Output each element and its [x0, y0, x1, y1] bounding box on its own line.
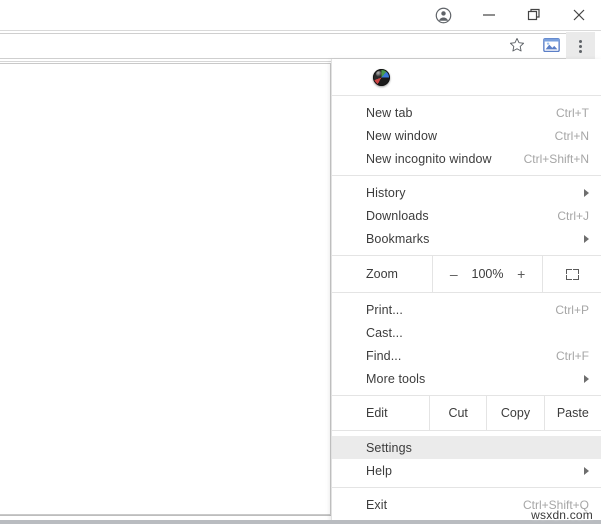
three-dot-menu-icon-dot2 [579, 44, 582, 48]
paste-button[interactable]: Paste [543, 396, 601, 430]
extension-button[interactable] [539, 35, 563, 59]
star-icon [509, 37, 525, 58]
page-bottom-edge [0, 515, 331, 516]
cut-button[interactable]: Cut [429, 396, 486, 430]
chevron-right-icon [584, 234, 589, 243]
menu-avatar-row[interactable] [332, 59, 601, 95]
menu-item-downloads[interactable]: Downloads Ctrl+J [332, 204, 601, 227]
menu-item-label: Bookmarks [366, 231, 430, 246]
chrome-main-menu: New tab Ctrl+T New window Ctrl+N New inc… [331, 59, 601, 524]
menu-item-help[interactable]: Help [332, 459, 601, 482]
menu-item-label: Print... [366, 302, 403, 317]
menu-item-print[interactable]: Print... Ctrl+P [332, 298, 601, 321]
menu-item-label: New incognito window [366, 151, 492, 166]
chevron-right-icon [584, 466, 589, 475]
three-dot-menu-icon-dot3 [579, 49, 582, 53]
menu-item-settings[interactable]: Settings [332, 436, 601, 459]
menu-item-shortcut: Ctrl+J [557, 208, 589, 223]
menu-group-browse: History Downloads Ctrl+J Bookmarks [332, 176, 601, 255]
menu-zoom-row: Zoom – 100% + [332, 256, 601, 292]
fullscreen-icon [565, 268, 579, 280]
menu-item-shortcut: Ctrl+N [554, 128, 589, 143]
menu-item-label: Settings [366, 440, 412, 455]
extension-icon [542, 37, 560, 58]
zoom-in-button[interactable]: + [513, 266, 529, 282]
menu-item-shortcut: Ctrl+P [555, 302, 589, 317]
zoom-out-button[interactable]: – [446, 266, 462, 282]
menu-item-find[interactable]: Find... Ctrl+F [332, 344, 601, 367]
menu-item-label: Exit [366, 497, 388, 512]
menu-group-new: New tab Ctrl+T New window Ctrl+N New inc… [332, 96, 601, 175]
restore-icon [527, 8, 541, 22]
menu-edit-row: Edit Cut Copy Paste [332, 396, 601, 430]
account-circle-icon [435, 7, 452, 24]
menu-item-new-tab[interactable]: New tab Ctrl+T [332, 101, 601, 124]
chevron-right-icon [584, 374, 589, 383]
menu-group-settings: Settings Help [332, 431, 601, 487]
edit-label: Edit [366, 406, 388, 420]
menu-item-shortcut: Ctrl+T [556, 105, 589, 120]
menu-item-shortcut: Ctrl+F [556, 348, 589, 363]
watermark: wsxdn.com [531, 508, 593, 522]
copy-button[interactable]: Copy [486, 396, 543, 430]
fullscreen-button[interactable] [542, 256, 601, 292]
close-button[interactable] [556, 0, 601, 30]
page-content-area [0, 63, 331, 515]
menu-item-new-incognito-window[interactable]: New incognito window Ctrl+Shift+N [332, 147, 601, 170]
browser-window: New tab Ctrl+T New window Ctrl+N New inc… [0, 0, 601, 524]
title-bar [0, 0, 601, 31]
minimize-button[interactable] [466, 0, 511, 30]
menu-item-shortcut: Ctrl+Shift+N [523, 151, 589, 166]
menu-item-label: Cast... [366, 325, 403, 340]
window-controls [421, 0, 601, 30]
menu-item-label: History [366, 185, 406, 200]
chrome-menu-button[interactable] [566, 32, 595, 60]
menu-item-bookmarks[interactable]: Bookmarks [332, 227, 601, 250]
menu-item-label: More tools [366, 371, 426, 386]
three-dot-menu-icon [579, 39, 582, 43]
menu-item-more-tools[interactable]: More tools [332, 367, 601, 390]
close-icon [572, 8, 586, 22]
maximize-button[interactable] [511, 0, 556, 30]
minimize-icon [482, 8, 496, 22]
chevron-right-icon [584, 188, 589, 197]
menu-item-label: Downloads [366, 208, 429, 223]
zoom-label: Zoom [366, 267, 398, 281]
menu-item-label: New window [366, 128, 438, 143]
menu-item-history[interactable]: History [332, 181, 601, 204]
menu-item-new-window[interactable]: New window Ctrl+N [332, 124, 601, 147]
profile-avatar-icon [373, 68, 390, 86]
zoom-level-value: 100% [471, 267, 504, 281]
profile-button[interactable] [421, 0, 466, 30]
zoom-controls: – 100% + [432, 256, 542, 292]
menu-item-label: New tab [366, 105, 413, 120]
menu-item-label: Help [366, 463, 393, 478]
address-input[interactable] [7, 34, 487, 58]
menu-group-tools: Print... Ctrl+P Cast... Find... Ctrl+F M… [332, 293, 601, 395]
menu-item-label: Find... [366, 348, 402, 363]
menu-item-cast[interactable]: Cast... [332, 321, 601, 344]
bookmark-star-button[interactable] [505, 35, 529, 59]
window-bottom-edge [0, 520, 601, 524]
